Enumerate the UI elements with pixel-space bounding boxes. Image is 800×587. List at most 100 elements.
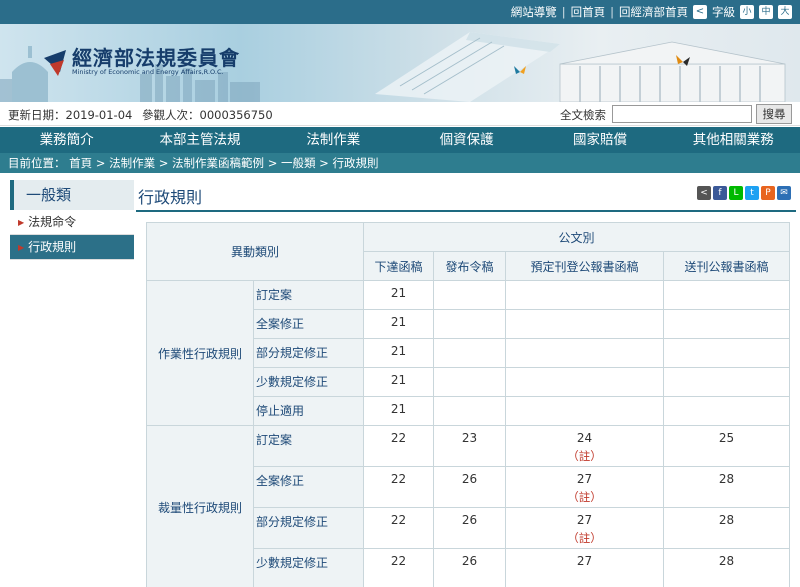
- site-subtitle: Ministry of Economic and Energy Affairs,…: [72, 68, 224, 76]
- sidebar-item-regulation-orders[interactable]: ▶ 法規命令: [10, 210, 134, 235]
- row-label[interactable]: 停止適用: [252, 396, 365, 426]
- table-cell[interactable]: 27 （註）: [505, 507, 665, 549]
- document-type-table: 異動類別 公文別 下達函稿 發布令稿 預定刊登公報書函稿 送刊公報書函稿 作業性…: [145, 222, 791, 587]
- search-label: 全文檢索: [560, 108, 606, 122]
- note-link[interactable]: （註）: [506, 530, 663, 546]
- nav-item-business[interactable]: 業務簡介: [0, 127, 133, 153]
- table-cell[interactable]: 22: [363, 548, 435, 587]
- table-cell[interactable]: 27 （註）: [505, 466, 665, 508]
- sidebar: 一般類 ▶ 法規命令 ▶ 行政規則: [10, 180, 134, 260]
- top-utility-bar: 網站導覽 | 回首頁 | 回經濟部首頁 < 字級 小 中 大: [0, 0, 800, 24]
- update-date: 更新日期：2019-01-04: [8, 108, 133, 122]
- site-title[interactable]: 經濟部法規委員會: [72, 42, 240, 71]
- site-banner: 經濟部法規委員會 Ministry of Economic and Energy…: [0, 24, 800, 102]
- table-cell[interactable]: 21: [363, 338, 435, 368]
- twitter-icon[interactable]: t: [745, 186, 759, 200]
- search-button[interactable]: 搜尋: [756, 104, 792, 124]
- separator: |: [561, 5, 566, 19]
- table-cell[interactable]: 26: [433, 548, 507, 587]
- column-header: 送刊公報書函稿: [663, 251, 791, 281]
- table-cell[interactable]: 21: [363, 367, 435, 397]
- table-cell[interactable]: 22: [363, 507, 435, 549]
- table-cell[interactable]: 23: [433, 425, 507, 467]
- table-cell: [663, 367, 791, 397]
- row-label[interactable]: 全案修正: [252, 309, 365, 339]
- title-divider: [136, 210, 796, 212]
- row-label[interactable]: 少數規定修正: [252, 548, 365, 587]
- row-label[interactable]: 訂定案: [252, 425, 365, 467]
- table-row: 裁量性行政規則 訂定案 22 23 24 （註） 25: [146, 425, 791, 587]
- sidebar-item-label: 法規命令: [28, 215, 77, 229]
- font-medium-button[interactable]: 中: [759, 5, 773, 19]
- table-cell[interactable]: 27: [505, 548, 665, 587]
- table-cell[interactable]: 28: [663, 507, 791, 549]
- group-label: 裁量性行政規則: [146, 425, 254, 587]
- row-label[interactable]: 全案修正: [252, 466, 365, 508]
- line-icon[interactable]: L: [729, 186, 743, 200]
- nav-item-privacy[interactable]: 個資保護: [400, 127, 533, 153]
- table-cell[interactable]: 26: [433, 507, 507, 549]
- separator: |: [610, 5, 614, 19]
- triangle-right-icon: ▶: [18, 243, 25, 252]
- table-cell[interactable]: 26: [433, 466, 507, 508]
- share-icon[interactable]: <: [697, 186, 711, 200]
- table-cell[interactable]: 28: [663, 548, 791, 587]
- sitemap-link[interactable]: 網站導覽: [511, 4, 557, 20]
- cell-value: 27: [576, 472, 593, 486]
- sidebar-item-label: 行政規則: [28, 240, 77, 254]
- font-large-button[interactable]: 大: [778, 5, 792, 19]
- row-label[interactable]: 訂定案: [252, 280, 365, 310]
- page-title: 行政規則: [138, 188, 203, 207]
- group-label: 作業性行政規則: [146, 280, 254, 426]
- table-cell: [663, 280, 791, 310]
- row-label[interactable]: 部分規定修正: [252, 507, 365, 549]
- sidebar-title: 一般類: [10, 180, 134, 210]
- triangle-right-icon: ▶: [18, 218, 25, 227]
- visitor-count: 參觀人次：0000356750: [142, 108, 273, 122]
- search-input[interactable]: [612, 105, 752, 123]
- note-link[interactable]: （註）: [506, 448, 663, 464]
- main-nav: 業務簡介 本部主管法規 法制作業 個資保護 國家賠償 其他相關業務: [0, 127, 800, 153]
- font-small-button[interactable]: 小: [740, 5, 754, 19]
- email-icon[interactable]: ✉: [777, 186, 791, 200]
- cell-value: 27: [576, 513, 593, 527]
- table-cell[interactable]: 21: [363, 309, 435, 339]
- table-cell: [433, 280, 507, 310]
- table-cell: [663, 396, 791, 426]
- table-cell: [433, 338, 507, 368]
- table-cell[interactable]: 28: [663, 466, 791, 508]
- font-size-label: 字級: [712, 5, 735, 19]
- table-cell[interactable]: 24 （註）: [505, 425, 665, 467]
- table-cell: [505, 280, 665, 310]
- moea-home-link[interactable]: 回經濟部首頁: [619, 4, 688, 20]
- breadcrumb[interactable]: 目前位置： 首頁 > 法制作業 > 法制作業函稿範例 > 一般類 > 行政規則: [0, 153, 800, 173]
- table-cell[interactable]: 22: [363, 466, 435, 508]
- nav-item-legal-work[interactable]: 法制作業: [267, 127, 400, 153]
- table-cell: [433, 367, 507, 397]
- note-link[interactable]: （註）: [506, 489, 663, 505]
- table-cell: [505, 309, 665, 339]
- nav-item-compensation[interactable]: 國家賠償: [533, 127, 666, 153]
- table-cell[interactable]: 25: [663, 425, 791, 467]
- table-cell: [663, 338, 791, 368]
- table-cell[interactable]: 21: [363, 280, 435, 310]
- row-label[interactable]: 部分規定修正: [252, 338, 365, 368]
- update-info: 更新日期：2019-01-04 參觀人次：0000356750: [8, 107, 273, 123]
- table-cell: [433, 396, 507, 426]
- cell-value: 24: [576, 431, 593, 445]
- share-icons: < f L t P ✉: [697, 186, 791, 200]
- utility-links: 網站導覽 | 回首頁 | 回經濟部首頁 < 字級 小 中 大: [511, 4, 792, 20]
- row-label[interactable]: 少數規定修正: [252, 367, 365, 397]
- info-bar: 更新日期：2019-01-04 參觀人次：0000356750 全文檢索 搜尋: [0, 102, 800, 126]
- sidebar-item-administrative-rules[interactable]: ▶ 行政規則: [10, 235, 134, 260]
- facebook-icon[interactable]: f: [713, 186, 727, 200]
- nav-item-other[interactable]: 其他相關業務: [667, 127, 800, 153]
- share-icon[interactable]: <: [693, 5, 707, 19]
- home-link[interactable]: 回首頁: [571, 4, 606, 20]
- nav-item-regulations[interactable]: 本部主管法規: [133, 127, 266, 153]
- table-cell[interactable]: 21: [363, 396, 435, 426]
- plurk-icon[interactable]: P: [761, 186, 775, 200]
- table-cell: [505, 396, 665, 426]
- table-row: 作業性行政規則 訂定案 21: [146, 280, 791, 426]
- table-cell[interactable]: 22: [363, 425, 435, 467]
